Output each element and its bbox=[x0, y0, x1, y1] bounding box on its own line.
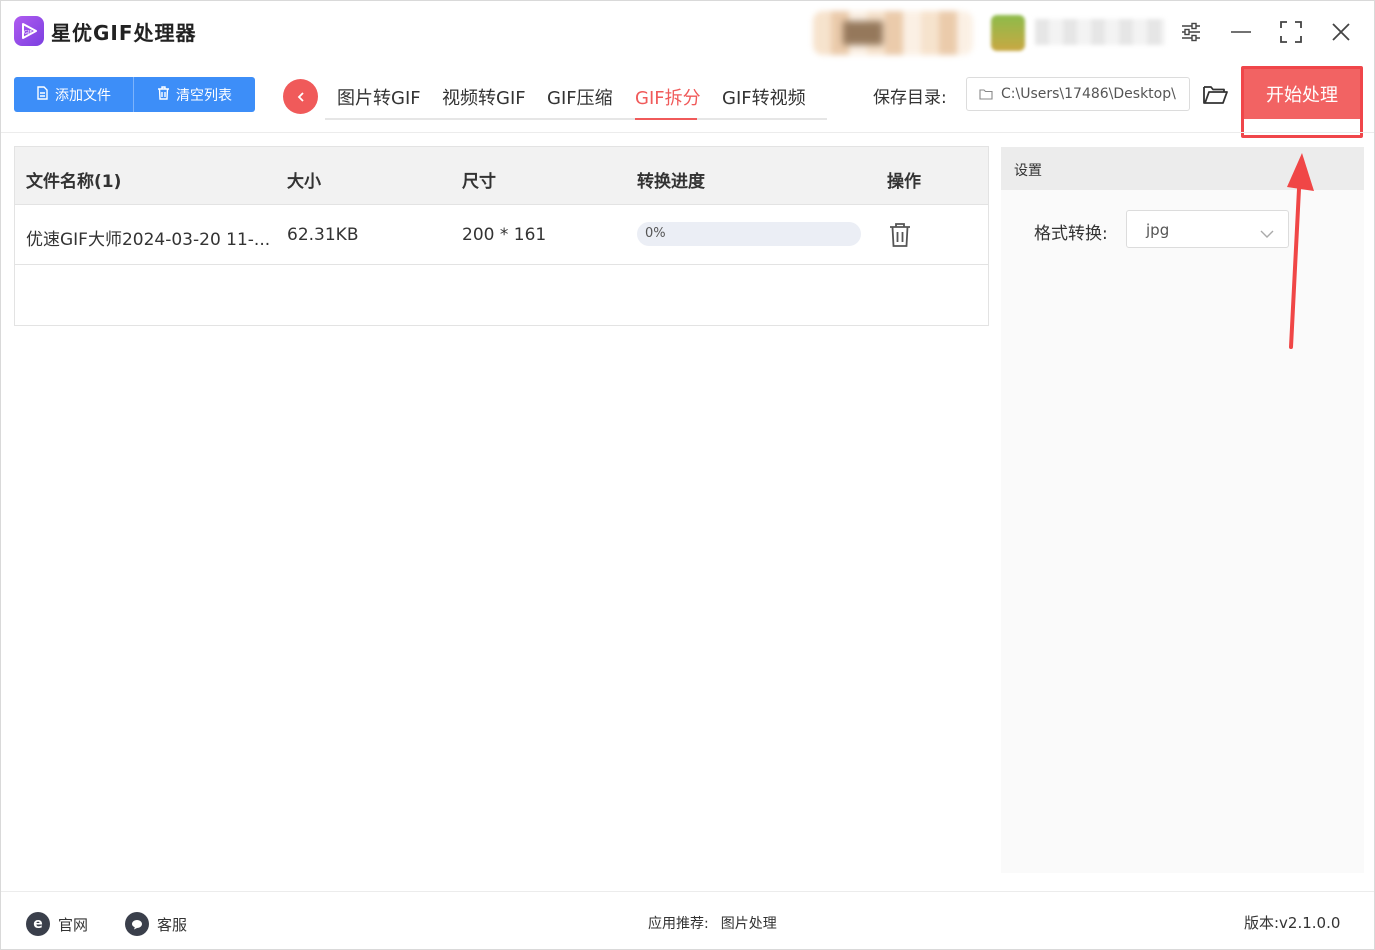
chevron-left-icon bbox=[297, 91, 304, 102]
table-header: 文件名称(1) 大小 尺寸 转换进度 操作 bbox=[15, 147, 988, 205]
footer: e 官网 客服 应用推荐: 图片处理 版本:v2.1.0.0 bbox=[1, 891, 1374, 949]
tab-gif-compress[interactable]: GIF压缩 bbox=[547, 84, 613, 110]
header-size: 大小 bbox=[287, 172, 321, 192]
recommend-app-link[interactable]: 图片处理 bbox=[721, 913, 777, 933]
close-icon[interactable] bbox=[1328, 19, 1354, 45]
progress-bar: 0% bbox=[637, 222, 861, 246]
format-label: 格式转换: bbox=[1034, 224, 1108, 244]
file-dimensions: 200 * 161 bbox=[462, 225, 547, 245]
clear-list-button[interactable]: 清空列表 bbox=[134, 77, 255, 112]
blurred-banner-image bbox=[813, 11, 973, 55]
add-file-label: 添加文件 bbox=[55, 87, 111, 104]
file-size: 62.31KB bbox=[287, 225, 359, 245]
version-text: 版本:v2.1.0.0 bbox=[1244, 914, 1341, 932]
start-process-button[interactable]: 开始处理 bbox=[1244, 69, 1360, 119]
file-name: 优速GIF大师2024-03-20 11-... bbox=[26, 230, 271, 250]
header-dimensions: 尺寸 bbox=[462, 172, 496, 192]
app-window: GIF 星优GIF处理器 添加文件 清空列表 图片转GIF 视频转GIF GIF… bbox=[0, 0, 1375, 950]
minimize-icon[interactable] bbox=[1228, 19, 1254, 45]
delete-icon[interactable] bbox=[887, 221, 913, 249]
settings-sliders-icon[interactable] bbox=[1178, 19, 1204, 45]
toolbar-divider bbox=[1, 132, 1374, 133]
tab-video-to-gif[interactable]: 视频转GIF bbox=[442, 84, 526, 110]
website-label: 官网 bbox=[58, 915, 89, 934]
progress-text: 0% bbox=[645, 226, 666, 241]
app-recommend: 应用推荐: 图片处理 bbox=[648, 913, 777, 933]
back-button[interactable] bbox=[283, 79, 318, 114]
tab-gif-split[interactable]: GIF拆分 bbox=[635, 84, 701, 110]
service-label: 客服 bbox=[157, 915, 188, 934]
app-logo-icon: GIF bbox=[14, 16, 44, 46]
website-link[interactable]: e 官网 bbox=[26, 912, 88, 936]
maximize-icon[interactable] bbox=[1278, 19, 1304, 45]
file-icon bbox=[36, 85, 49, 104]
folder-small-icon bbox=[979, 85, 993, 104]
tab-gif-to-video[interactable]: GIF转视频 bbox=[722, 84, 806, 110]
customer-service-link[interactable]: 客服 bbox=[125, 912, 187, 936]
svg-text:GIF: GIF bbox=[24, 30, 32, 36]
settings-title: 设置 bbox=[1014, 163, 1042, 179]
header-filename: 文件名称(1) bbox=[26, 172, 122, 192]
clear-list-label: 清空列表 bbox=[176, 87, 232, 104]
trash-icon bbox=[157, 85, 170, 104]
file-table: 文件名称(1) 大小 尺寸 转换进度 操作 优速GIF大师2024-03-20 … bbox=[14, 146, 989, 326]
file-action-group: 添加文件 清空列表 bbox=[14, 77, 255, 112]
annotation-arrow-icon bbox=[1287, 153, 1314, 349]
title-bar: GIF 星优GIF处理器 bbox=[1, 1, 1374, 63]
user-avatar[interactable] bbox=[991, 15, 1025, 51]
active-tab-indicator bbox=[635, 118, 697, 120]
save-dir-label: 保存目录: bbox=[873, 88, 947, 108]
save-dir-path: C:\Users\17486\Desktop\ bbox=[1001, 86, 1176, 102]
chat-bubble-icon bbox=[125, 912, 149, 936]
format-select[interactable]: jpg bbox=[1126, 210, 1289, 248]
table-row[interactable]: 优速GIF大师2024-03-20 11-... 62.31KB 200 * 1… bbox=[15, 205, 988, 265]
add-file-button[interactable]: 添加文件 bbox=[14, 77, 134, 112]
ie-browser-icon: e bbox=[26, 912, 50, 936]
function-tabs: 图片转GIF 视频转GIF GIF压缩 GIF拆分 GIF转视频 bbox=[325, 77, 827, 120]
save-dir-input[interactable]: C:\Users\17486\Desktop\ bbox=[966, 77, 1190, 111]
blurred-user-name bbox=[1035, 19, 1165, 45]
open-folder-icon[interactable] bbox=[1201, 81, 1229, 109]
tab-image-to-gif[interactable]: 图片转GIF bbox=[337, 84, 421, 110]
header-progress: 转换进度 bbox=[637, 172, 705, 192]
recommend-label: 应用推荐: bbox=[648, 916, 709, 932]
app-title: 星优GIF处理器 bbox=[51, 21, 197, 45]
header-actions: 操作 bbox=[887, 172, 921, 192]
format-value: jpg bbox=[1146, 221, 1170, 239]
version-info: 版本:v2.1.0.0 bbox=[1244, 912, 1340, 933]
